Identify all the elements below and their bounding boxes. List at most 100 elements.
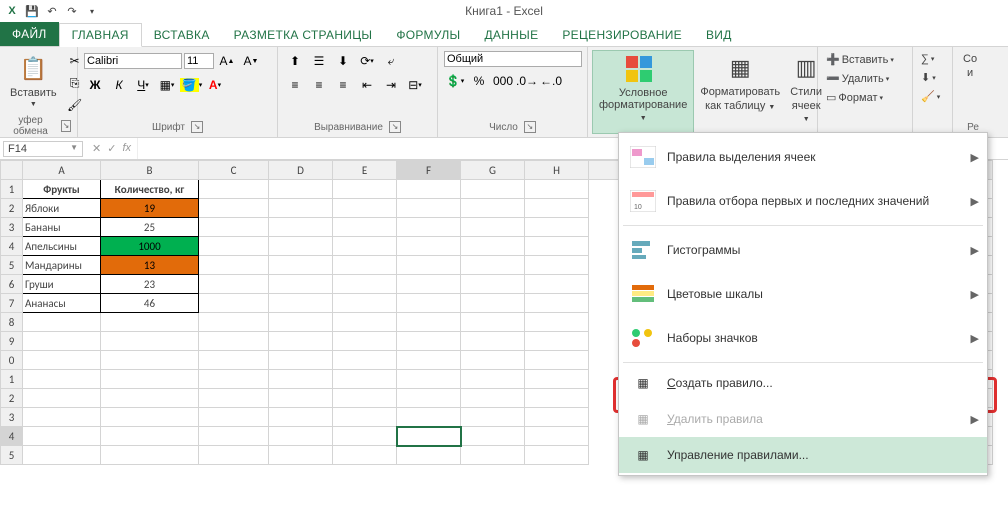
align-left-button[interactable]: ≡ [284, 75, 306, 95]
tab-data[interactable]: ДАННЫЕ [472, 24, 550, 46]
cell[interactable] [461, 218, 525, 237]
select-all-button[interactable] [1, 161, 23, 180]
cell[interactable] [333, 446, 397, 465]
cell[interactable] [525, 446, 589, 465]
col-header[interactable]: E [333, 161, 397, 180]
cell[interactable] [269, 332, 333, 351]
cell[interactable] [461, 351, 525, 370]
cell[interactable]: 19 [101, 199, 199, 218]
cell[interactable] [269, 218, 333, 237]
grow-font-button[interactable]: A▲ [216, 51, 238, 71]
cell[interactable] [199, 389, 269, 408]
italic-button[interactable]: К [108, 75, 130, 95]
undo-icon[interactable]: ↶ [44, 3, 60, 19]
cell[interactable] [199, 332, 269, 351]
cell[interactable] [101, 370, 199, 389]
tab-formulas[interactable]: ФОРМУЛЫ [384, 24, 472, 46]
cell[interactable] [461, 313, 525, 332]
borders-button[interactable]: ▦▾ [156, 75, 178, 95]
menu-icon-sets[interactable]: Наборы значков ▶ [619, 316, 987, 360]
cell[interactable] [461, 389, 525, 408]
cell[interactable] [199, 408, 269, 427]
dialog-launcher-icon[interactable]: ↘ [389, 121, 401, 133]
cell[interactable] [23, 351, 101, 370]
cell[interactable] [333, 294, 397, 313]
cell[interactable]: Ананасы [23, 294, 101, 313]
row-header[interactable]: 3 [1, 218, 23, 237]
cell[interactable] [199, 351, 269, 370]
cell[interactable] [461, 237, 525, 256]
cell[interactable] [525, 218, 589, 237]
col-header[interactable]: G [461, 161, 525, 180]
row-header[interactable]: 3 [1, 408, 23, 427]
cell[interactable] [23, 389, 101, 408]
col-header[interactable]: F [397, 161, 461, 180]
cell[interactable] [269, 256, 333, 275]
cell[interactable] [525, 256, 589, 275]
cell[interactable] [333, 332, 397, 351]
cell[interactable] [23, 446, 101, 465]
cell[interactable] [525, 237, 589, 256]
increase-decimal-button[interactable]: .0→ [516, 71, 538, 91]
cell[interactable] [397, 256, 461, 275]
wrap-text-button[interactable]: ⤶ [380, 51, 402, 71]
qat-customize-icon[interactable]: ▾ [84, 3, 100, 19]
cell[interactable] [333, 256, 397, 275]
save-icon[interactable]: 💾 [24, 3, 40, 19]
cell[interactable] [333, 218, 397, 237]
cell[interactable] [397, 275, 461, 294]
cell[interactable]: 13 [101, 256, 199, 275]
cell[interactable] [525, 294, 589, 313]
align-top-button[interactable]: ⬆ [284, 51, 306, 71]
cell[interactable] [525, 427, 589, 446]
align-center-button[interactable]: ≡ [308, 75, 330, 95]
conditional-formatting-button[interactable]: Условное форматирование ▼ [592, 50, 694, 134]
cell[interactable] [333, 180, 397, 199]
cell[interactable] [23, 313, 101, 332]
fill-button[interactable]: ⬇▾ [919, 69, 938, 86]
cell[interactable] [525, 389, 589, 408]
cell[interactable] [199, 256, 269, 275]
underline-button[interactable]: Ч▾ [132, 75, 154, 95]
percent-button[interactable]: % [468, 71, 490, 91]
cell[interactable] [333, 370, 397, 389]
cell[interactable]: 46 [101, 294, 199, 313]
cell[interactable] [101, 408, 199, 427]
row-header[interactable]: 1 [1, 370, 23, 389]
cell[interactable] [269, 408, 333, 427]
cell[interactable] [397, 294, 461, 313]
row-header[interactable]: 5 [1, 446, 23, 465]
cell[interactable] [461, 370, 525, 389]
sort-filter-button[interactable]: Сои [959, 51, 981, 81]
cell[interactable] [461, 408, 525, 427]
row-header[interactable]: 4 [1, 237, 23, 256]
cell[interactable] [269, 237, 333, 256]
cell[interactable] [199, 275, 269, 294]
cell[interactable]: Яблоки [23, 199, 101, 218]
cell[interactable] [101, 313, 199, 332]
cancel-formula-icon[interactable]: ✕ [92, 142, 101, 155]
cell[interactable] [333, 351, 397, 370]
cell[interactable] [101, 351, 199, 370]
tab-view[interactable]: ВИД [694, 24, 744, 46]
align-bottom-button[interactable]: ⬇ [332, 51, 354, 71]
cell[interactable] [269, 313, 333, 332]
cell[interactable] [461, 332, 525, 351]
font-color-button[interactable]: A▾ [204, 75, 226, 95]
cell[interactable] [461, 446, 525, 465]
cell[interactable]: Апельсины [23, 237, 101, 256]
format-as-table-button[interactable]: ▦ Форматировать как таблицу ▼ [696, 50, 784, 114]
cell[interactable] [397, 370, 461, 389]
cell[interactable] [101, 389, 199, 408]
number-format-combo[interactable] [444, 51, 582, 67]
fill-color-button[interactable]: 🪣▾ [180, 75, 202, 95]
redo-icon[interactable]: ↷ [64, 3, 80, 19]
cell[interactable] [269, 427, 333, 446]
enter-formula-icon[interactable]: ✓ [107, 142, 116, 155]
decrease-indent-button[interactable]: ⇤ [356, 75, 378, 95]
tab-home[interactable]: ГЛАВНАЯ [59, 23, 142, 47]
cell[interactable] [397, 408, 461, 427]
row-header[interactable]: 8 [1, 313, 23, 332]
cell[interactable] [525, 332, 589, 351]
cell[interactable]: 1000 [101, 237, 199, 256]
